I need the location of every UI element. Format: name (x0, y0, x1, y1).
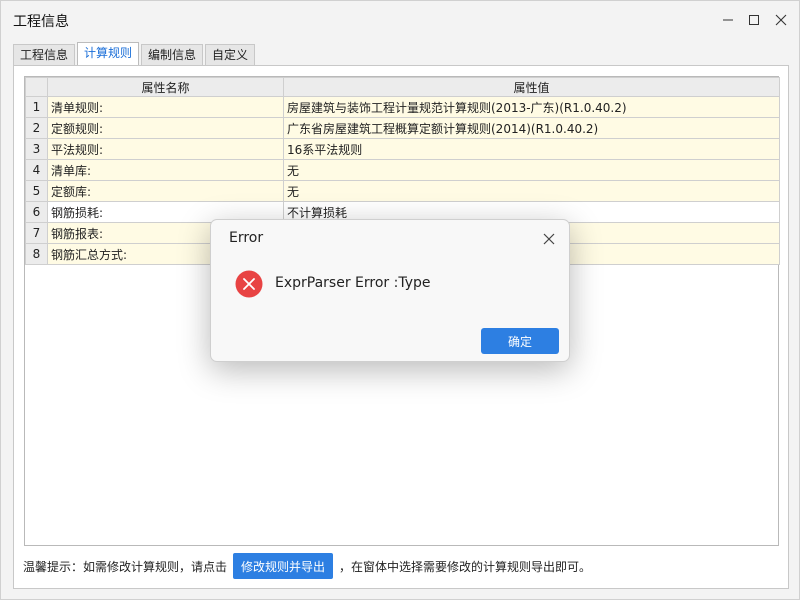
title-bar: 工程信息 (1, 1, 799, 39)
header-corner (25, 77, 48, 97)
property-name-cell[interactable]: 清单规则: (47, 96, 284, 118)
window-title: 工程信息 (13, 14, 69, 30)
footer-hint: 温馨提示：如需修改计算规则，请点击 修改规则并导出 ，在窗体中选择需要修改的计算… (23, 553, 591, 579)
error-icon (235, 270, 263, 298)
close-button[interactable] (770, 10, 792, 30)
minimize-icon (723, 19, 733, 21)
dialog-close-button[interactable] (539, 229, 559, 249)
table-row[interactable]: 3 平法规则: 16系平法规则 (25, 138, 780, 160)
maximize-icon (749, 15, 759, 25)
row-number: 4 (25, 159, 48, 181)
tab-custom[interactable]: 自定义 (205, 44, 256, 66)
hint-prefix: 温馨提示：如需修改计算规则，请点击 (23, 559, 228, 574)
row-number: 1 (25, 96, 48, 118)
dialog-title: Error (229, 230, 264, 246)
table-row[interactable]: 2 定额规则: 广东省房屋建筑工程概算定额计算规则(2014)(R1.0.40.… (25, 117, 780, 139)
property-value-cell[interactable]: 无 (283, 159, 780, 181)
maximize-button[interactable] (743, 10, 765, 30)
hint-suffix: ，在窗体中选择需要修改的计算规则导出即可。 (339, 559, 592, 574)
row-number: 8 (25, 243, 48, 265)
table-row[interactable]: 5 定额库: 无 (25, 180, 780, 202)
error-message: ExprParser Error :Type (275, 275, 431, 291)
tab-compile-info[interactable]: 编制信息 (141, 44, 204, 66)
minimize-button[interactable] (717, 10, 739, 30)
row-number: 6 (25, 201, 48, 223)
property-value-cell[interactable]: 广东省房屋建筑工程概算定额计算规则(2014)(R1.0.40.2) (283, 117, 780, 139)
tab-bar: 工程信息 计算规则 编制信息 自定义 (13, 42, 257, 66)
modify-rules-export-button[interactable]: 修改规则并导出 (233, 553, 334, 579)
property-name-cell[interactable]: 平法规则: (47, 138, 284, 160)
close-icon (543, 233, 555, 245)
row-number: 5 (25, 180, 48, 202)
tab-project-info[interactable]: 工程信息 (13, 44, 76, 66)
table-header-row: 属性名称 属性值 (25, 77, 780, 97)
property-name-cell[interactable]: 定额库: (47, 180, 284, 202)
error-dialog: Error ExprParser Error :Type 确定 (210, 219, 570, 362)
tab-calc-rules[interactable]: 计算规则 (77, 42, 140, 66)
property-name-cell[interactable]: 清单库: (47, 159, 284, 181)
header-property-name: 属性名称 (47, 77, 284, 97)
row-number: 7 (25, 222, 48, 244)
row-number: 2 (25, 117, 48, 139)
property-value-cell[interactable]: 房屋建筑与装饰工程计量规范计算规则(2013-广东)(R1.0.40.2) (283, 96, 780, 118)
ok-button[interactable]: 确定 (481, 328, 559, 354)
table-row[interactable]: 4 清单库: 无 (25, 159, 780, 181)
property-value-cell[interactable]: 无 (283, 180, 780, 202)
property-value-cell[interactable]: 16系平法规则 (283, 138, 780, 160)
header-property-value: 属性值 (283, 77, 780, 97)
table-row[interactable]: 1 清单规则: 房屋建筑与装饰工程计量规范计算规则(2013-广东)(R1.0.… (25, 96, 780, 118)
row-number: 3 (25, 138, 48, 160)
close-icon (775, 14, 787, 26)
property-name-cell[interactable]: 定额规则: (47, 117, 284, 139)
